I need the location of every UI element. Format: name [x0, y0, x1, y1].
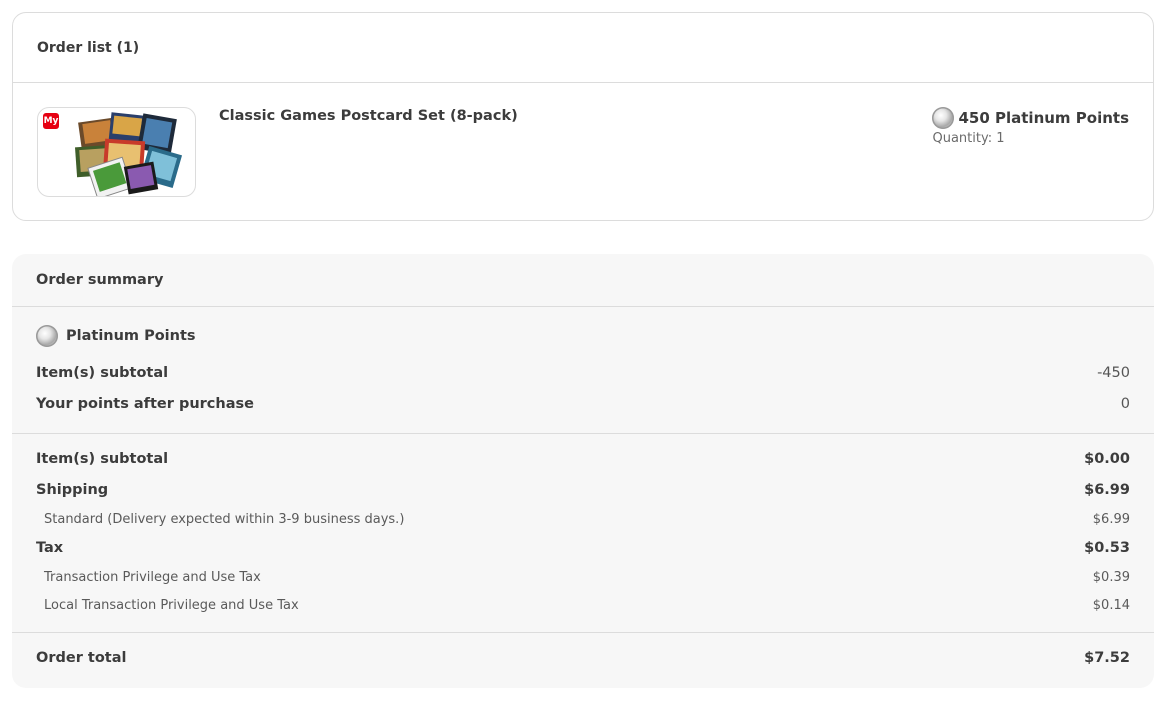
- product-name[interactable]: Classic Games Postcard Set (8-pack): [219, 108, 518, 124]
- product-quantity: Quantity: 1: [932, 131, 1005, 146]
- divider: [12, 632, 1154, 633]
- tax-row: Tax $0.53: [36, 540, 1130, 556]
- points-after-value: 0: [1120, 396, 1130, 412]
- tax-detail-row: Transaction Privilege and Use Tax $0.39: [44, 570, 1130, 585]
- order-total-row: Order total $7.52: [36, 650, 1130, 666]
- points-after-label: Your points after purchase: [36, 396, 254, 412]
- points-subtotal-label: Item(s) subtotal: [36, 365, 169, 381]
- platinum-coin-icon: [36, 325, 58, 347]
- order-summary-card: Order summary Platinum Points Item(s) su…: [12, 254, 1154, 688]
- items-subtotal-row: Item(s) subtotal $0.00: [36, 451, 1130, 467]
- platinum-points-heading: Platinum Points: [36, 325, 196, 347]
- product-price-block: 450 Platinum Points Quantity: 1: [932, 107, 1129, 146]
- items-subtotal-label: Item(s) subtotal: [36, 451, 169, 467]
- shipping-detail-label: Standard (Delivery expected within 3-9 b…: [44, 512, 405, 527]
- postcards-image: [74, 112, 183, 196]
- order-list-card: Order list (1) My Classic Games Postcard…: [12, 12, 1154, 221]
- local-tax-detail-row: Local Transaction Privilege and Use Tax …: [44, 598, 1130, 613]
- shipping-value: $6.99: [1084, 482, 1130, 498]
- order-list-title: Order list (1): [13, 13, 1153, 83]
- platinum-points-label: Platinum Points: [66, 328, 196, 344]
- tax-detail-label: Transaction Privilege and Use Tax: [44, 570, 261, 585]
- local-tax-detail-value: $0.14: [1092, 598, 1130, 613]
- my-nintendo-badge-icon: My: [43, 113, 59, 129]
- tax-label: Tax: [36, 540, 64, 556]
- order-total-label: Order total: [36, 650, 127, 666]
- shipping-row: Shipping $6.99: [36, 482, 1130, 498]
- platinum-coin-icon: [932, 107, 955, 129]
- points-after-row: Your points after purchase 0: [36, 396, 1130, 412]
- points-subtotal-value: -450: [1097, 365, 1130, 381]
- divider: [12, 433, 1154, 434]
- shipping-detail-row: Standard (Delivery expected within 3-9 b…: [44, 512, 1130, 527]
- shipping-label: Shipping: [36, 482, 109, 498]
- order-total-value: $7.52: [1084, 650, 1130, 666]
- product-price: 450 Platinum Points: [958, 109, 1129, 127]
- tax-value: $0.53: [1084, 540, 1130, 556]
- points-subtotal-row: Item(s) subtotal -450: [36, 365, 1130, 381]
- tax-detail-value: $0.39: [1092, 570, 1130, 585]
- order-summary-title: Order summary: [12, 254, 1154, 307]
- order-item: My Classic Games Postcard Set (8-pack) 4…: [13, 83, 1153, 221]
- items-subtotal-value: $0.00: [1084, 451, 1130, 467]
- product-thumbnail[interactable]: My: [37, 107, 196, 197]
- local-tax-detail-label: Local Transaction Privilege and Use Tax: [44, 598, 299, 613]
- shipping-detail-value: $6.99: [1092, 512, 1130, 527]
